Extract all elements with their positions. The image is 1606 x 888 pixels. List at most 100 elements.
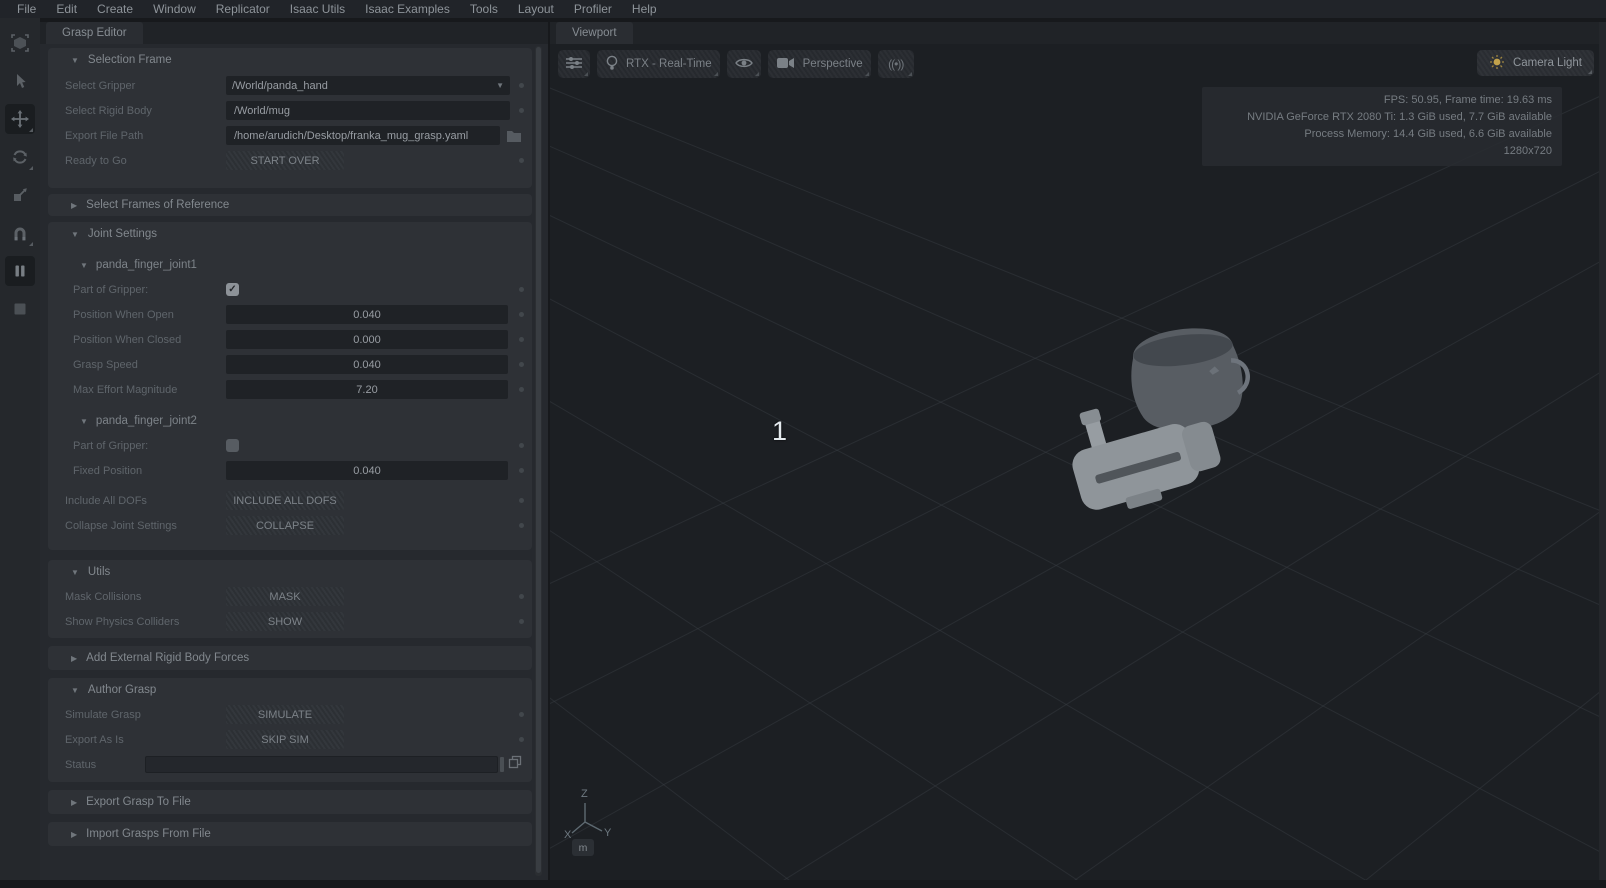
selection-mode-icon [9,32,31,54]
export-as-is-label: Export As Is [65,733,124,746]
simulate-button[interactable]: SIMULATE [226,705,344,724]
collapse-expanded-icon: ▼ [71,567,79,577]
status-input[interactable] [145,756,499,773]
section-title: Author Grasp [87,684,157,696]
menu-layout[interactable]: Layout [509,2,563,16]
position-when-open-field[interactable]: 0.040 [226,305,508,324]
select-rigid-body-field[interactable]: /World/mug [226,101,510,120]
grasp-speed-field[interactable]: 0.040 [226,355,508,374]
capture-button[interactable]: ((•)) [877,50,914,78]
stats-gpu: NVIDIA GeForce RTX 2080 Ti: 1.3 GiB used… [1247,111,1552,123]
menu-file[interactable]: File [8,2,45,16]
selection-frame-header[interactable]: ▼ Selection Frame [48,48,532,72]
main-toolbar [0,18,40,880]
joint1-header[interactable]: ▼ panda_finger_joint1 [80,256,532,274]
browse-folder-button[interactable] [506,129,522,143]
select-rigid-body-label: Select Rigid Body [65,104,152,117]
menu-help[interactable]: Help [623,2,666,16]
move-tool-button[interactable] [5,104,35,134]
rotate-tool-button[interactable] [5,142,35,172]
stop-button[interactable] [5,294,35,324]
export-file-path-field[interactable]: /home/arudich/Desktop/franka_mug_grasp.y… [226,126,500,145]
max-effort-field[interactable]: 7.20 [226,380,508,399]
pause-button[interactable] [5,256,35,286]
menu-edit[interactable]: Edit [47,2,86,16]
stats-fps: FPS: 50.95, Frame time: 19.63 ms [1383,94,1552,106]
default-value-dot [519,468,524,473]
part-of-gripper-label: Part of Gripper: [73,283,149,296]
author-grasp-header[interactable]: ▼ Author Grasp [48,678,532,702]
default-value-dot [519,158,524,163]
export-file-path-label: Export File Path [65,129,144,142]
viewport-3d[interactable]: RTX - Real-Time Perspective ((•)) Camera… [550,44,1606,880]
mug-mesh [1131,328,1250,431]
viewport-settings-button[interactable] [558,50,590,78]
camera-button[interactable]: Perspective [767,50,871,78]
fixed-position-field[interactable]: 0.040 [226,461,508,480]
status-drag-handle[interactable] [500,757,504,772]
select-frames-header[interactable]: ▶ Select Frames of Reference [48,194,532,216]
section-import-grasps: ▶ Import Grasps From File [48,822,532,846]
part-of-gripper-checkbox[interactable]: ✓ [226,283,239,296]
sun-icon [1489,54,1505,73]
section-title: Export Grasp To File [86,796,191,808]
copy-icon[interactable] [508,755,522,774]
collapse-button[interactable]: COLLAPSE [226,516,344,535]
menu-replicator[interactable]: Replicator [207,2,279,16]
position-when-closed-field[interactable]: 0.000 [226,330,508,349]
select-gripper-value: /World/panda_hand [232,79,328,92]
section-external-forces: ▶ Add External Rigid Body Forces [48,646,532,670]
axis-x-label: X [564,829,572,841]
menu-profiler[interactable]: Profiler [565,2,621,16]
utils-header[interactable]: ▼ Utils [48,560,532,584]
joint2-header[interactable]: ▼ panda_finger_joint2 [80,412,532,430]
scale-tool-button[interactable] [5,180,35,210]
menu-window[interactable]: Window [144,2,205,16]
import-grasps-header[interactable]: ▶ Import Grasps From File [48,822,532,846]
renderer-button[interactable]: RTX - Real-Time [597,50,720,78]
menu-isaac-utils[interactable]: Isaac Utils [281,2,354,16]
snap-tool-button[interactable] [5,218,35,248]
visibility-button[interactable] [726,50,761,78]
collapse-collapsed-icon: ▶ [71,200,78,210]
camera-light-button[interactable]: Camera Light [1476,50,1594,76]
skip-sim-button[interactable]: SKIP SIM [226,730,344,749]
lightbulb-icon [605,54,619,75]
part-of-gripper2-checkbox[interactable] [226,439,239,452]
tab-grasp-editor[interactable]: Grasp Editor [46,22,143,44]
external-forces-header[interactable]: ▶ Add External Rigid Body Forces [48,646,532,670]
rotate-icon [10,147,30,167]
menu-tools[interactable]: Tools [461,2,507,16]
default-value-dot [519,337,524,342]
default-value-dot [519,619,524,624]
menu-bar: File Edit Create Window Replicator Isaac… [0,0,1606,18]
show-button[interactable]: SHOW [226,612,344,631]
window-scrollbar[interactable] [1599,22,1606,880]
export-grasp-header[interactable]: ▶ Export Grasp To File [48,790,532,814]
section-select-frames: ▶ Select Frames of Reference [48,194,532,216]
section-title: Utils [87,566,111,578]
tab-grasp-editor-label: Grasp Editor [62,27,127,39]
joint-settings-header[interactable]: ▼ Joint Settings [48,222,532,246]
start-over-button[interactable]: START OVER [226,151,344,170]
scale-icon [10,185,30,205]
units-button[interactable]: m [572,839,594,856]
stats-resolution: 1280x720 [1503,145,1552,157]
section-author-grasp: ▼ Author Grasp Simulate Grasp SIMULATE E… [48,678,532,782]
select-tool-button[interactable] [5,66,35,96]
menu-isaac-examples[interactable]: Isaac Examples [356,2,459,16]
viewport-stats: FPS: 50.95, Frame time: 19.63 ms NVIDIA … [1202,87,1562,166]
stats-memory: Process Memory: 14.4 GiB used, 6.6 GiB a… [1304,128,1552,140]
panel-scrollbar[interactable] [535,46,542,876]
selection-mode-button[interactable] [5,28,35,58]
menu-create[interactable]: Create [88,2,142,16]
default-value-dot [519,312,524,317]
default-value-dot [519,594,524,599]
tab-viewport[interactable]: Viewport [556,22,633,44]
include-all-dofs-button[interactable]: INCLUDE ALL DOFS [226,491,344,510]
select-gripper-dropdown[interactable]: /World/panda_hand ▼ [226,76,510,95]
max-effort-label: Max Effort Magnitude [73,383,178,396]
collapse-collapsed-icon: ▶ [71,797,78,807]
mask-button[interactable]: MASK [226,587,344,606]
tool-options-corner [29,242,33,246]
